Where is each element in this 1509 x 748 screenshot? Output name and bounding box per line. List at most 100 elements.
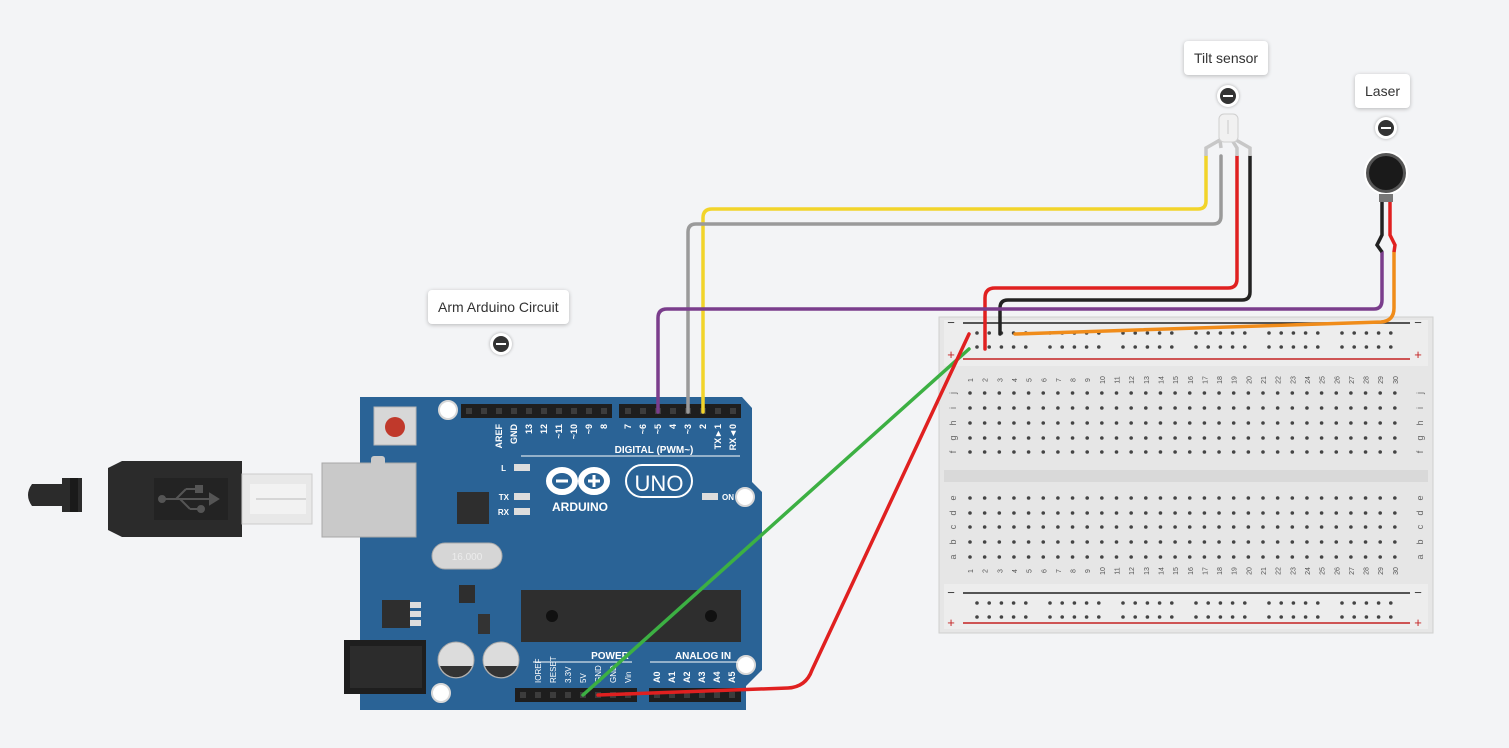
terminal-hole[interactable] <box>1275 511 1280 515</box>
rail-hole[interactable] <box>1352 345 1356 349</box>
power-pin-socket[interactable] <box>729 692 735 698</box>
rail-hole[interactable] <box>1218 601 1223 605</box>
breadboard[interactable]: − −− −+ ++ +11223344556677889910101111121213… <box>938 315 1434 634</box>
terminal-hole[interactable] <box>1158 511 1163 515</box>
terminal-hole[interactable] <box>1041 450 1046 454</box>
arduino-uno-board[interactable]: 16.000 UNO ARDUINO L TX RX ON AREF GND 1… <box>321 397 762 710</box>
rail-hole[interactable] <box>1011 601 1016 605</box>
rail-hole[interactable] <box>1133 601 1137 605</box>
terminal-hole[interactable] <box>1202 391 1207 395</box>
rail-hole[interactable] <box>1376 601 1381 605</box>
terminal-hole[interactable] <box>1275 421 1280 425</box>
terminal-hole[interactable] <box>1026 511 1031 515</box>
rail-hole[interactable] <box>1279 345 1283 349</box>
terminal-hole[interactable] <box>1026 540 1031 544</box>
rail-hole[interactable] <box>1072 601 1077 605</box>
rail-hole[interactable] <box>1267 331 1271 335</box>
digital-pin-socket[interactable] <box>625 408 631 414</box>
rail-hole[interactable] <box>1121 345 1125 349</box>
terminal-hole[interactable] <box>997 511 1002 515</box>
terminal-hole[interactable] <box>1275 391 1280 395</box>
rail-hole[interactable] <box>1376 331 1381 335</box>
rail-hole[interactable] <box>1316 331 1320 335</box>
rail-hole[interactable] <box>1060 345 1064 349</box>
terminal-hole[interactable] <box>1246 511 1251 515</box>
rail-hole[interactable] <box>1291 615 1296 619</box>
terminal-hole[interactable] <box>1334 511 1339 515</box>
rail-hole[interactable] <box>1072 615 1077 619</box>
terminal-hole[interactable] <box>1363 525 1368 529</box>
rail-hole[interactable] <box>1170 601 1174 605</box>
rail-hole[interactable] <box>1230 615 1235 619</box>
rail-hole[interactable] <box>1145 601 1150 605</box>
terminal-hole[interactable] <box>1349 450 1353 454</box>
terminal-hole[interactable] <box>1100 436 1104 440</box>
rail-hole[interactable] <box>1194 331 1198 335</box>
rail-hole[interactable] <box>1024 345 1028 349</box>
rail-hole[interactable] <box>1084 615 1089 619</box>
terminal-hole[interactable] <box>1334 540 1339 544</box>
rail-hole[interactable] <box>1060 615 1064 619</box>
terminal-hole[interactable] <box>1261 555 1265 559</box>
terminal-hole[interactable] <box>982 406 987 410</box>
terminal-hole[interactable] <box>1290 450 1295 454</box>
rail-hole[interactable] <box>1303 345 1308 349</box>
terminal-hole[interactable] <box>1378 421 1382 425</box>
terminal-hole[interactable] <box>1261 436 1265 440</box>
rail-hole[interactable] <box>1048 615 1052 619</box>
terminal-hole[interactable] <box>1261 496 1265 500</box>
terminal-hole[interactable] <box>1202 540 1207 544</box>
terminal-hole[interactable] <box>997 540 1002 544</box>
terminal-hole[interactable] <box>1217 391 1221 395</box>
terminal-hole[interactable] <box>1012 421 1016 425</box>
terminal-hole[interactable] <box>1217 450 1221 454</box>
terminal-hole[interactable] <box>1246 496 1251 500</box>
terminal-hole[interactable] <box>1334 391 1339 395</box>
terminal-hole[interactable] <box>982 540 987 544</box>
terminal-hole[interactable] <box>1173 555 1177 559</box>
terminal-hole[interactable] <box>1261 511 1265 515</box>
terminal-hole[interactable] <box>1305 511 1309 515</box>
terminal-hole[interactable] <box>1026 555 1031 559</box>
terminal-hole[interactable] <box>1012 450 1016 454</box>
terminal-hole[interactable] <box>1231 511 1236 515</box>
terminal-hole[interactable] <box>1158 555 1163 559</box>
power-pin-socket[interactable] <box>565 692 571 698</box>
terminal-hole[interactable] <box>1231 496 1236 500</box>
terminal-hole[interactable] <box>1290 406 1295 410</box>
rail-hole[interactable] <box>999 615 1004 619</box>
terminal-hole[interactable] <box>1202 421 1207 425</box>
rail-hole[interactable] <box>1230 345 1235 349</box>
terminal-hole[interactable] <box>1144 511 1148 515</box>
terminal-hole[interactable] <box>1070 555 1075 559</box>
terminal-hole[interactable] <box>1231 540 1236 544</box>
terminal-hole[interactable] <box>1041 511 1046 515</box>
terminal-hole[interactable] <box>1114 421 1119 425</box>
terminal-hole[interactable] <box>1085 540 1089 544</box>
terminal-hole[interactable] <box>1349 391 1353 395</box>
rail-hole[interactable] <box>1279 615 1283 619</box>
terminal-hole[interactable] <box>1041 555 1046 559</box>
rail-hole[interactable] <box>1206 615 1210 619</box>
terminal-hole[interactable] <box>968 436 972 440</box>
terminal-hole[interactable] <box>968 406 972 410</box>
rail-hole[interactable] <box>1316 615 1320 619</box>
terminal-hole[interactable] <box>1217 496 1221 500</box>
terminal-hole[interactable] <box>1246 525 1251 529</box>
digital-pin-socket[interactable] <box>670 408 676 414</box>
terminal-hole[interactable] <box>1378 436 1382 440</box>
terminal-hole[interactable] <box>1290 525 1295 529</box>
terminal-hole[interactable] <box>1187 450 1192 454</box>
rail-hole[interactable] <box>1170 615 1174 619</box>
terminal-hole[interactable] <box>982 421 987 425</box>
terminal-hole[interactable] <box>1158 496 1163 500</box>
rail-hole[interactable] <box>1048 345 1052 349</box>
power-pin-socket[interactable] <box>535 692 541 698</box>
terminal-hole[interactable] <box>1012 540 1016 544</box>
terminal-hole[interactable] <box>1393 540 1397 544</box>
terminal-hole[interactable] <box>1393 421 1397 425</box>
terminal-hole[interactable] <box>1173 511 1177 515</box>
terminal-hole[interactable] <box>1173 391 1177 395</box>
terminal-hole[interactable] <box>1378 525 1382 529</box>
digital-pin-socket[interactable] <box>556 408 562 414</box>
